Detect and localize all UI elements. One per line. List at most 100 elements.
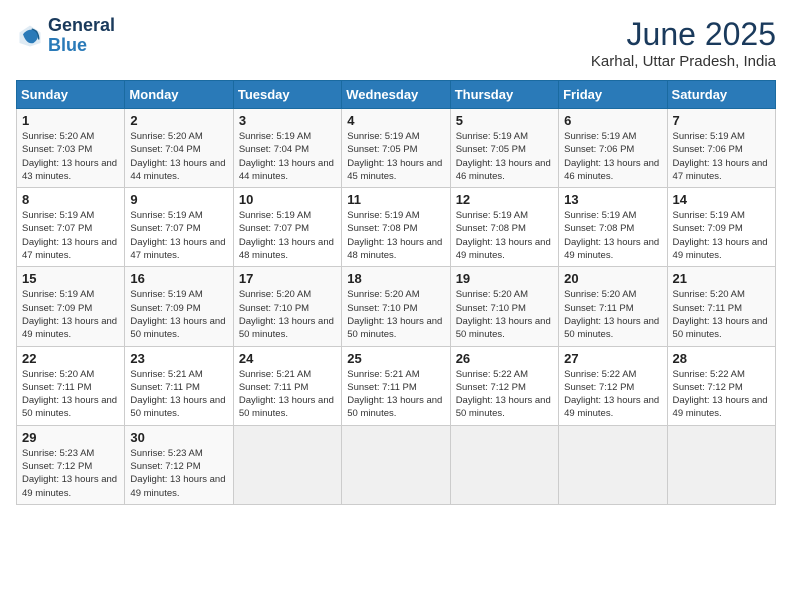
calendar-cell: 12 Sunrise: 5:19 AM Sunset: 7:08 PM Dayl… (450, 188, 558, 267)
day-info: Sunrise: 5:20 AM Sunset: 7:03 PM Dayligh… (22, 130, 119, 183)
day-info: Sunrise: 5:19 AM Sunset: 7:06 PM Dayligh… (673, 130, 770, 183)
day-number: 4 (347, 113, 444, 128)
calendar-cell: 8 Sunrise: 5:19 AM Sunset: 7:07 PM Dayli… (17, 188, 125, 267)
day-number: 5 (456, 113, 553, 128)
day-number: 30 (130, 430, 227, 445)
calendar-cell: 30 Sunrise: 5:23 AM Sunset: 7:12 PM Dayl… (125, 425, 233, 504)
day-info: Sunrise: 5:19 AM Sunset: 7:09 PM Dayligh… (22, 288, 119, 341)
day-info: Sunrise: 5:22 AM Sunset: 7:12 PM Dayligh… (456, 368, 553, 421)
calendar-week-2: 8 Sunrise: 5:19 AM Sunset: 7:07 PM Dayli… (17, 188, 776, 267)
calendar-cell: 9 Sunrise: 5:19 AM Sunset: 7:07 PM Dayli… (125, 188, 233, 267)
calendar-cell: 27 Sunrise: 5:22 AM Sunset: 7:12 PM Dayl… (559, 346, 667, 425)
calendar-cell: 17 Sunrise: 5:20 AM Sunset: 7:10 PM Dayl… (233, 267, 341, 346)
calendar-cell: 26 Sunrise: 5:22 AM Sunset: 7:12 PM Dayl… (450, 346, 558, 425)
logo-icon (16, 22, 44, 50)
day-info: Sunrise: 5:22 AM Sunset: 7:12 PM Dayligh… (673, 368, 770, 421)
day-info: Sunrise: 5:19 AM Sunset: 7:09 PM Dayligh… (130, 288, 227, 341)
calendar-week-1: 1 Sunrise: 5:20 AM Sunset: 7:03 PM Dayli… (17, 109, 776, 188)
day-info: Sunrise: 5:19 AM Sunset: 7:09 PM Dayligh… (673, 209, 770, 262)
calendar-cell: 16 Sunrise: 5:19 AM Sunset: 7:09 PM Dayl… (125, 267, 233, 346)
calendar-cell: 15 Sunrise: 5:19 AM Sunset: 7:09 PM Dayl… (17, 267, 125, 346)
calendar-cell: 5 Sunrise: 5:19 AM Sunset: 7:05 PM Dayli… (450, 109, 558, 188)
calendar-cell: 29 Sunrise: 5:23 AM Sunset: 7:12 PM Dayl… (17, 425, 125, 504)
day-number: 16 (130, 271, 227, 286)
day-number: 7 (673, 113, 770, 128)
day-number: 1 (22, 113, 119, 128)
calendar-week-5: 29 Sunrise: 5:23 AM Sunset: 7:12 PM Dayl… (17, 425, 776, 504)
day-info: Sunrise: 5:20 AM Sunset: 7:04 PM Dayligh… (130, 130, 227, 183)
calendar-cell: 24 Sunrise: 5:21 AM Sunset: 7:11 PM Dayl… (233, 346, 341, 425)
weekday-header-tuesday: Tuesday (233, 81, 341, 109)
day-number: 2 (130, 113, 227, 128)
day-number: 19 (456, 271, 553, 286)
calendar-cell (233, 425, 341, 504)
day-number: 17 (239, 271, 336, 286)
location-title: Karhal, Uttar Pradesh, India (591, 53, 776, 70)
calendar-cell: 11 Sunrise: 5:19 AM Sunset: 7:08 PM Dayl… (342, 188, 450, 267)
day-info: Sunrise: 5:21 AM Sunset: 7:11 PM Dayligh… (347, 368, 444, 421)
day-number: 25 (347, 351, 444, 366)
day-number: 14 (673, 192, 770, 207)
day-number: 23 (130, 351, 227, 366)
day-number: 6 (564, 113, 661, 128)
day-number: 28 (673, 351, 770, 366)
calendar-cell: 7 Sunrise: 5:19 AM Sunset: 7:06 PM Dayli… (667, 109, 775, 188)
calendar-cell: 13 Sunrise: 5:19 AM Sunset: 7:08 PM Dayl… (559, 188, 667, 267)
calendar-cell: 2 Sunrise: 5:20 AM Sunset: 7:04 PM Dayli… (125, 109, 233, 188)
weekday-header-saturday: Saturday (667, 81, 775, 109)
calendar-cell: 22 Sunrise: 5:20 AM Sunset: 7:11 PM Dayl… (17, 346, 125, 425)
weekday-header-sunday: Sunday (17, 81, 125, 109)
calendar-cell: 14 Sunrise: 5:19 AM Sunset: 7:09 PM Dayl… (667, 188, 775, 267)
day-info: Sunrise: 5:19 AM Sunset: 7:08 PM Dayligh… (347, 209, 444, 262)
day-number: 29 (22, 430, 119, 445)
day-info: Sunrise: 5:19 AM Sunset: 7:08 PM Dayligh… (456, 209, 553, 262)
logo: General Blue (16, 16, 115, 56)
calendar-cell: 21 Sunrise: 5:20 AM Sunset: 7:11 PM Dayl… (667, 267, 775, 346)
day-info: Sunrise: 5:19 AM Sunset: 7:05 PM Dayligh… (347, 130, 444, 183)
day-info: Sunrise: 5:21 AM Sunset: 7:11 PM Dayligh… (239, 368, 336, 421)
day-info: Sunrise: 5:20 AM Sunset: 7:11 PM Dayligh… (22, 368, 119, 421)
calendar-cell: 6 Sunrise: 5:19 AM Sunset: 7:06 PM Dayli… (559, 109, 667, 188)
day-number: 26 (456, 351, 553, 366)
day-number: 3 (239, 113, 336, 128)
logo-text: General Blue (48, 16, 115, 56)
calendar-cell (559, 425, 667, 504)
day-number: 22 (22, 351, 119, 366)
day-info: Sunrise: 5:19 AM Sunset: 7:04 PM Dayligh… (239, 130, 336, 183)
day-number: 10 (239, 192, 336, 207)
calendar-table: SundayMondayTuesdayWednesdayThursdayFrid… (16, 80, 776, 505)
day-number: 18 (347, 271, 444, 286)
day-number: 27 (564, 351, 661, 366)
calendar-cell: 10 Sunrise: 5:19 AM Sunset: 7:07 PM Dayl… (233, 188, 341, 267)
day-number: 12 (456, 192, 553, 207)
calendar-cell: 3 Sunrise: 5:19 AM Sunset: 7:04 PM Dayli… (233, 109, 341, 188)
day-info: Sunrise: 5:19 AM Sunset: 7:08 PM Dayligh… (564, 209, 661, 262)
day-info: Sunrise: 5:20 AM Sunset: 7:10 PM Dayligh… (456, 288, 553, 341)
day-number: 24 (239, 351, 336, 366)
calendar-cell: 4 Sunrise: 5:19 AM Sunset: 7:05 PM Dayli… (342, 109, 450, 188)
day-number: 20 (564, 271, 661, 286)
day-info: Sunrise: 5:19 AM Sunset: 7:07 PM Dayligh… (130, 209, 227, 262)
day-number: 11 (347, 192, 444, 207)
day-info: Sunrise: 5:20 AM Sunset: 7:11 PM Dayligh… (564, 288, 661, 341)
weekday-header-monday: Monday (125, 81, 233, 109)
day-number: 13 (564, 192, 661, 207)
calendar-cell: 28 Sunrise: 5:22 AM Sunset: 7:12 PM Dayl… (667, 346, 775, 425)
calendar-cell: 23 Sunrise: 5:21 AM Sunset: 7:11 PM Dayl… (125, 346, 233, 425)
day-info: Sunrise: 5:23 AM Sunset: 7:12 PM Dayligh… (130, 447, 227, 500)
calendar-week-3: 15 Sunrise: 5:19 AM Sunset: 7:09 PM Dayl… (17, 267, 776, 346)
day-info: Sunrise: 5:20 AM Sunset: 7:10 PM Dayligh… (239, 288, 336, 341)
calendar-cell: 25 Sunrise: 5:21 AM Sunset: 7:11 PM Dayl… (342, 346, 450, 425)
calendar-cell: 20 Sunrise: 5:20 AM Sunset: 7:11 PM Dayl… (559, 267, 667, 346)
day-info: Sunrise: 5:20 AM Sunset: 7:11 PM Dayligh… (673, 288, 770, 341)
day-info: Sunrise: 5:20 AM Sunset: 7:10 PM Dayligh… (347, 288, 444, 341)
calendar-cell: 19 Sunrise: 5:20 AM Sunset: 7:10 PM Dayl… (450, 267, 558, 346)
day-info: Sunrise: 5:21 AM Sunset: 7:11 PM Dayligh… (130, 368, 227, 421)
weekday-header-wednesday: Wednesday (342, 81, 450, 109)
day-info: Sunrise: 5:19 AM Sunset: 7:06 PM Dayligh… (564, 130, 661, 183)
weekday-header-friday: Friday (559, 81, 667, 109)
day-info: Sunrise: 5:22 AM Sunset: 7:12 PM Dayligh… (564, 368, 661, 421)
day-number: 8 (22, 192, 119, 207)
title-area: June 2025 Karhal, Uttar Pradesh, India (591, 16, 776, 70)
calendar-cell: 1 Sunrise: 5:20 AM Sunset: 7:03 PM Dayli… (17, 109, 125, 188)
